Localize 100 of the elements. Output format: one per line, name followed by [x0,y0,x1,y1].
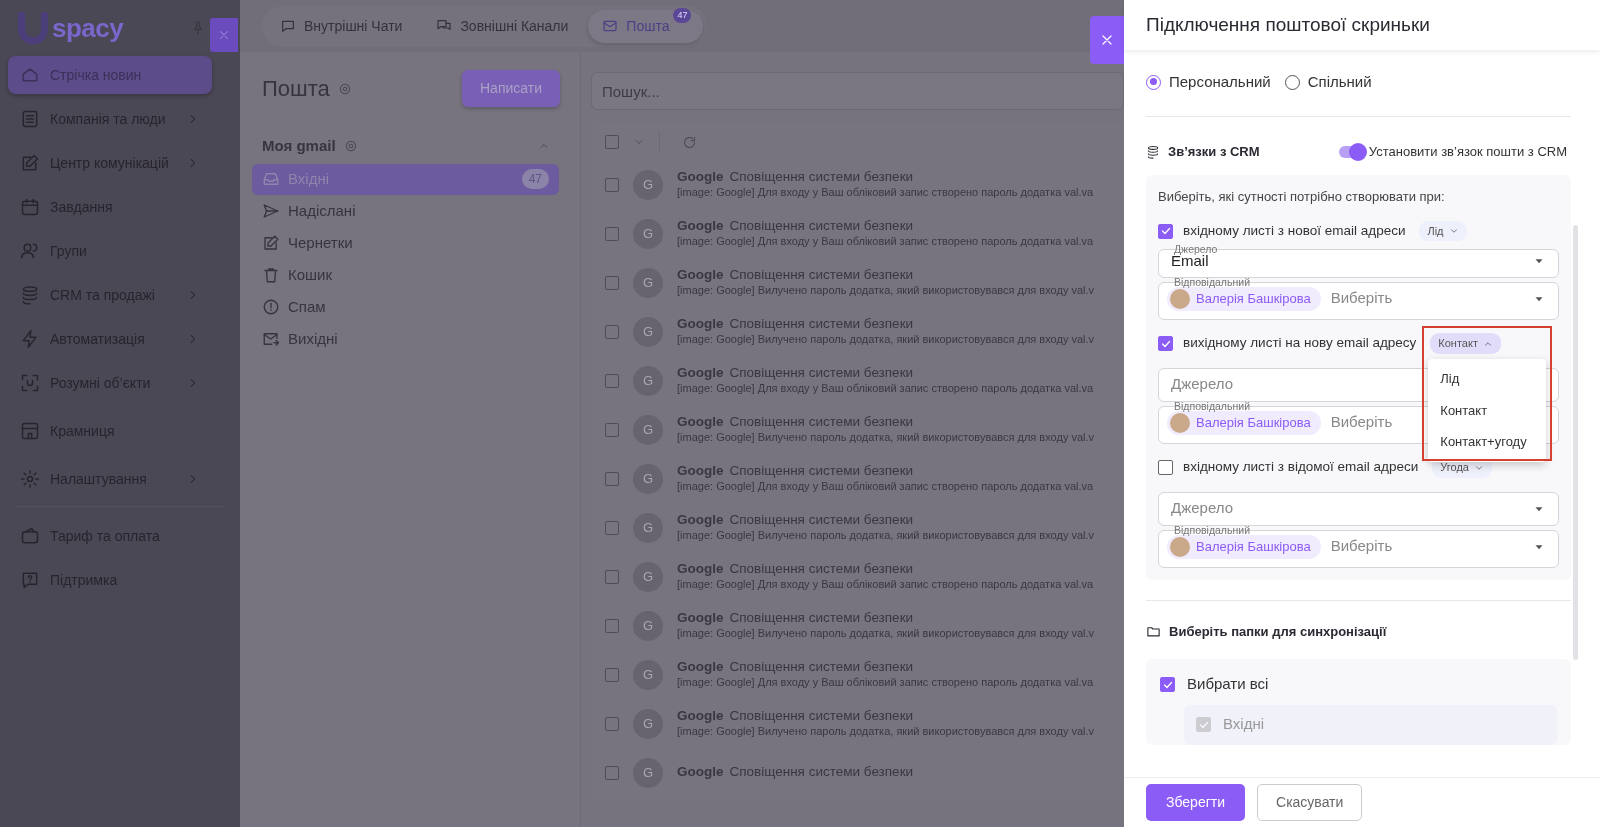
checkbox-label: Вхідні [1223,714,1265,735]
close-icon [217,28,231,42]
avatar: G [633,365,663,396]
avatar: G [633,561,663,592]
email-subject: Сповіщення системи безпеки [729,512,914,530]
email-subject: Сповіщення системи безпеки [729,610,914,628]
pencil-square-icon [20,153,40,173]
chevron-down-icon [1448,226,1459,236]
row-checkbox[interactable] [605,667,619,682]
close-button[interactable] [1090,16,1124,64]
email-subject: Сповіщення системи безпеки [729,316,914,334]
section-title: Зв’язки з CRM [1168,143,1260,162]
sender-name: Google [677,764,724,781]
tab[interactable]: Зовнішні Канали [422,9,583,43]
avatar-circle [1170,412,1190,433]
row-checkbox[interactable] [605,471,619,486]
logo-icon [16,11,50,45]
help-icon [20,570,40,590]
alert-circle-icon [262,298,280,316]
sender-name: Google [677,169,724,187]
sender-name: Google [677,267,724,285]
search-field[interactable]: Пошук... [591,72,1124,110]
avatar: G [633,659,663,690]
folder-item[interactable]: Вихідні [252,323,559,355]
row-checkbox[interactable] [605,716,619,731]
email-subject: Сповіщення системи безпеки [729,267,914,285]
row-checkbox[interactable] [605,226,619,241]
checkbox[interactable] [1158,460,1173,475]
sender-name: Google [677,512,724,530]
trash-icon [262,266,280,284]
save-button[interactable]: Зберегти [1146,784,1245,821]
rule-label: вхідному листі з відомої email адреси [1183,458,1419,477]
refresh-icon [682,134,697,150]
folder-item[interactable]: Спам [252,291,559,323]
radio-option[interactable]: Спільний [1284,70,1372,94]
checkbox-label: Вибрати всі [1187,674,1269,695]
checkbox[interactable] [1160,677,1175,692]
compose-button[interactable]: Написати [462,70,560,107]
email-subject: Сповіщення системи безпеки [729,365,914,383]
rule-label: вихідному листі на нову email адресу [1183,334,1417,353]
email-preview: [image: Google] Вилучено пароль додатка, який використовувався для входу val.v [677,284,1095,298]
cancel-button[interactable]: Скасувати [1257,784,1363,821]
crm-toggle[interactable]: Установити зв’язок пошти з CRM [1338,142,1567,162]
row-checkbox[interactable] [605,177,619,192]
email-subject: Сповіщення системи безпеки [729,659,914,677]
people-icon [20,241,40,261]
email-subject: Сповіщення системи безпеки [729,708,914,726]
avatar-circle [1170,536,1190,557]
tab[interactable]: Пошта 47 [588,9,704,43]
email-preview: [image: Google] Вилучено пароль додатка, який використовувався для входу val.v [677,725,1095,739]
sender-name: Google [677,316,724,334]
email-subject: Сповіщення системи безпеки [729,414,914,432]
drawer-title: Підключення поштової скриньки [1146,12,1430,37]
pencil-square-icon [262,234,280,252]
scrollbar[interactable] [1573,225,1578,660]
row-checkbox[interactable] [605,422,619,437]
row-checkbox[interactable] [605,765,619,780]
close-button[interactable] [210,18,238,52]
section-title: Виберіть папки для синхронізації [1169,622,1387,641]
intro-text: Виберіть, які сутності потрібно створювати при: [1158,188,1446,206]
row-checkbox[interactable] [605,324,619,339]
avatar-circle [1170,288,1190,309]
checkbox[interactable] [1158,336,1173,351]
email-subject: Сповіщення системи безпеки [729,561,914,579]
email-subject: Сповіщення системи безпеки [729,169,914,187]
folder-item[interactable]: Чернетки [252,227,559,259]
avatar: G [633,708,663,739]
row-checkbox[interactable] [605,275,619,290]
avatar: G [633,757,663,788]
row-checkbox[interactable] [605,569,619,584]
list-icon [20,109,40,129]
email-subject: Сповіщення системи безпеки [729,218,914,236]
account-name: Моя gmail [262,136,336,156]
folder-item[interactable]: Кошик [252,259,559,291]
checkbox[interactable] [1158,223,1173,239]
sender-name: Google [677,463,724,481]
select-all-checkbox[interactable] [605,135,619,149]
source-select[interactable]: Джерело [1158,491,1559,526]
shop-icon [20,421,40,441]
email-preview: [image: Google] Для входу у Ваш обліковий запис створено пароль додатка val.va [677,235,1094,249]
lightning-icon [20,329,40,349]
entity-dropdown[interactable]: Контакт [1430,333,1501,354]
row-checkbox[interactable] [605,520,619,535]
send-icon [262,202,280,220]
row-checkbox[interactable] [605,618,619,633]
stack-icon [1146,145,1160,159]
sender-name: Google [677,610,724,628]
entity-dropdown[interactable]: Лід [1419,220,1467,242]
row-checkbox[interactable] [605,373,619,388]
stack-icon [20,285,40,305]
logo: spacy [52,11,124,45]
radio-option[interactable]: Персональний [1146,70,1271,94]
avatar: G [633,414,663,445]
avatar: G [633,316,663,347]
inbox-tray-icon [262,170,280,188]
avatar: G [633,218,663,249]
sender-name: Google [677,561,724,579]
tab[interactable]: Внутрішні Чати [266,9,417,43]
frame-icon [20,373,40,393]
folder-item[interactable]: Надіслані [252,195,559,227]
